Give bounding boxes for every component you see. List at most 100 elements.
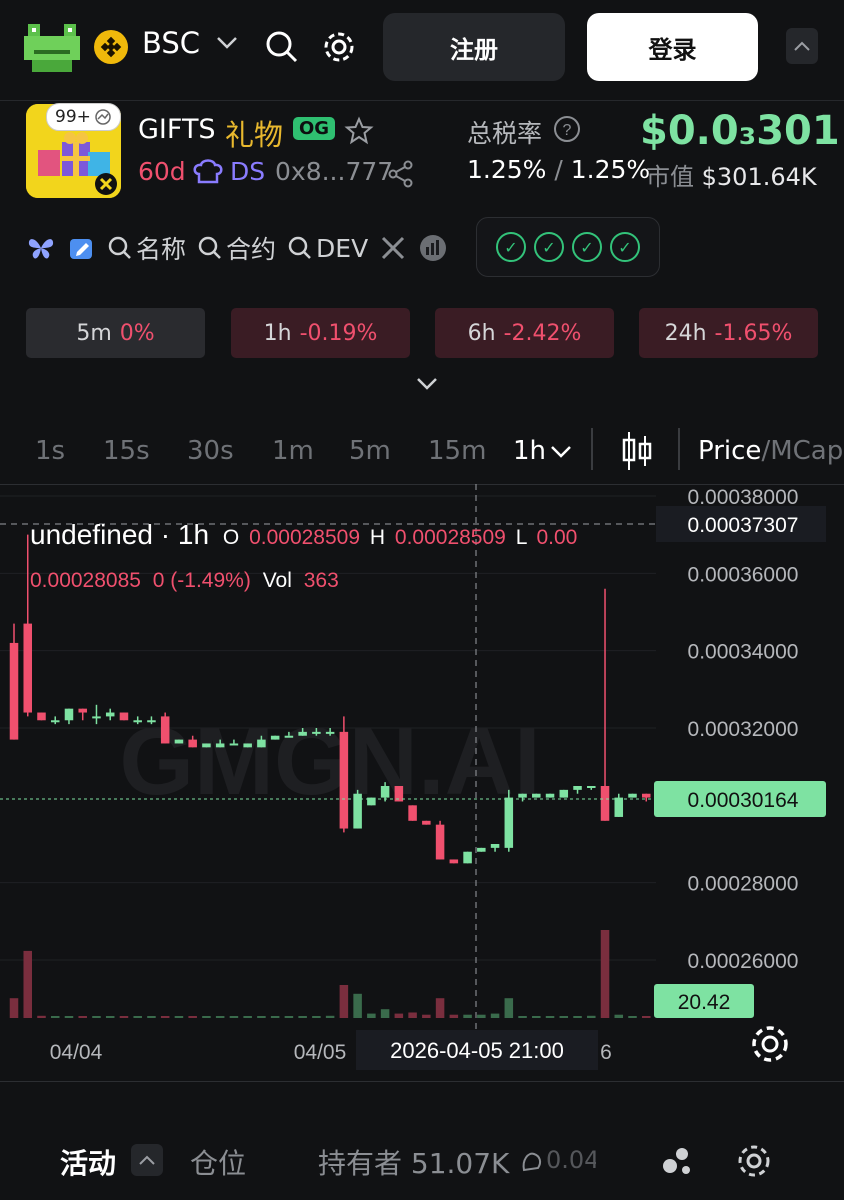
volume-bar <box>435 998 445 1018</box>
volume-bar <box>504 998 514 1018</box>
interval-15m[interactable]: 15m <box>428 436 486 466</box>
candle-body <box>504 797 514 848</box>
interval-5m[interactable]: 5m <box>349 436 391 466</box>
chart-link-icon[interactable] <box>418 233 448 263</box>
volume-bar <box>188 1016 197 1018</box>
crosshair-time-label: 2026-04-05 21:00 <box>390 1038 564 1063</box>
candle-body <box>229 743 239 746</box>
toggle-sep: / <box>761 436 771 466</box>
candle-body <box>614 797 624 817</box>
change-period: 1h <box>263 320 292 346</box>
tab-activity[interactable]: 活动 <box>60 1142 116 1182</box>
interval-1m[interactable]: 1m <box>272 436 314 466</box>
interval-1h[interactable]: 1h <box>513 436 546 466</box>
token-address[interactable]: 0x8...777 <box>275 157 393 186</box>
gear-icon[interactable] <box>735 1142 773 1180</box>
ds-label[interactable]: DS <box>230 157 265 186</box>
candle-body <box>490 844 500 848</box>
tab-holders[interactable]: 持有者 51.07K <box>318 1142 509 1182</box>
change-period: 5m <box>76 320 112 346</box>
chevron-up-icon <box>139 1155 155 1165</box>
star-icon[interactable] <box>344 116 374 146</box>
tax-sep: / <box>554 155 563 184</box>
volume-bar <box>641 1016 651 1018</box>
volume-bar <box>9 998 19 1018</box>
search-icon <box>198 236 221 259</box>
y-tick-label: 0.00032000 <box>688 718 799 741</box>
tab-collapse-button[interactable] <box>131 1144 163 1176</box>
collapse-button[interactable] <box>786 28 818 64</box>
volume-bar <box>270 1016 280 1018</box>
candle-body <box>188 739 197 748</box>
y-tick-label: 0.00026000 <box>688 950 799 973</box>
search-contract-link[interactable]: 合约 <box>198 230 276 266</box>
login-button[interactable]: 登录 <box>587 13 758 81</box>
y-tick-label: 0.00038000 <box>688 486 799 509</box>
security-checks[interactable]: ✓ ✓ ✓ ✓ <box>476 217 660 277</box>
chain-selector[interactable]: BSC <box>142 26 200 60</box>
change-period: 24h <box>664 320 707 346</box>
links-row: 名称 合约 DEV <box>26 228 448 268</box>
volume-bar <box>559 1016 569 1018</box>
register-button[interactable]: 注册 <box>383 13 565 81</box>
change-24h[interactable]: 24h -1.65% <box>639 308 818 358</box>
expand-chevron-icon[interactable] <box>416 377 438 391</box>
frog-logo-icon[interactable] <box>24 20 80 72</box>
tab-positions[interactable]: 仓位 <box>190 1142 246 1182</box>
legend-h: 0.00028509 <box>395 526 506 549</box>
candle-body <box>133 720 142 723</box>
volume-bar <box>92 1016 101 1018</box>
volume-bar <box>298 1016 307 1018</box>
chef-hat-icon[interactable] <box>191 156 225 188</box>
help-icon[interactable]: ? <box>553 115 581 143</box>
volume-bar <box>105 1016 115 1018</box>
mcap-option: MCap <box>770 436 844 466</box>
notification-badge[interactable]: 99+ <box>46 103 121 131</box>
token-price: $0.0₃301 <box>640 108 840 154</box>
share-icon[interactable] <box>388 160 414 188</box>
holders-extra: 0.04 <box>546 1146 596 1174</box>
bnb-chain-icon[interactable] <box>94 30 128 64</box>
search-contract-label: 合约 <box>226 235 277 264</box>
change-6h[interactable]: 6h -2.42% <box>435 308 614 358</box>
price-mcap-toggle[interactable]: Price/MCap <box>698 436 844 466</box>
volume-bar <box>174 1016 184 1018</box>
volume-bar <box>64 1016 74 1018</box>
change-value: -0.19% <box>299 320 378 346</box>
candlestick-type-icon[interactable] <box>620 430 654 472</box>
candle-body <box>284 735 294 738</box>
butterfly-icon[interactable] <box>26 235 56 261</box>
chevron-down-icon[interactable] <box>216 36 238 50</box>
candle-body <box>339 731 349 829</box>
mcap-label: 市值 <box>646 163 694 191</box>
interval-1s[interactable]: 1s <box>35 436 65 466</box>
legend-l: 0.00 <box>536 526 577 549</box>
candle-body <box>559 789 569 798</box>
search-icon[interactable] <box>264 29 300 65</box>
chevron-down-icon[interactable] <box>550 445 572 459</box>
volume-bar <box>490 1013 500 1018</box>
interval-30s[interactable]: 30s <box>187 436 234 466</box>
gear-icon[interactable] <box>321 29 357 65</box>
search-dev-link[interactable]: DEV <box>288 234 368 263</box>
x-twitter-icon[interactable] <box>380 235 406 261</box>
x-tick: 04/04 <box>50 1041 103 1064</box>
legend-vol-label: Vol <box>263 569 292 592</box>
change-5m[interactable]: 5m 0% <box>26 308 205 358</box>
candle-body <box>587 786 596 788</box>
change-1h[interactable]: 1h -0.19% <box>231 308 410 358</box>
interval-15s[interactable]: 15s <box>103 436 150 466</box>
x-tick: 04/05 <box>294 1041 347 1064</box>
price-chart[interactable]: GMGN.AI 0.000380000.000360000.000340000.… <box>0 484 844 1082</box>
bubble-map-icon[interactable] <box>660 1144 694 1178</box>
y-tick-label: 0.00036000 <box>688 563 799 586</box>
hover-price-label: 0.00037307 <box>688 514 799 537</box>
search-name-link[interactable]: 名称 <box>108 230 186 266</box>
candle-body <box>23 623 33 713</box>
chevron-up-icon <box>794 41 810 51</box>
whale-icon <box>522 1152 542 1172</box>
candle-body <box>37 712 46 721</box>
candle-body <box>160 716 170 744</box>
volume-bar <box>119 1016 129 1018</box>
edit-icon[interactable] <box>68 235 96 261</box>
